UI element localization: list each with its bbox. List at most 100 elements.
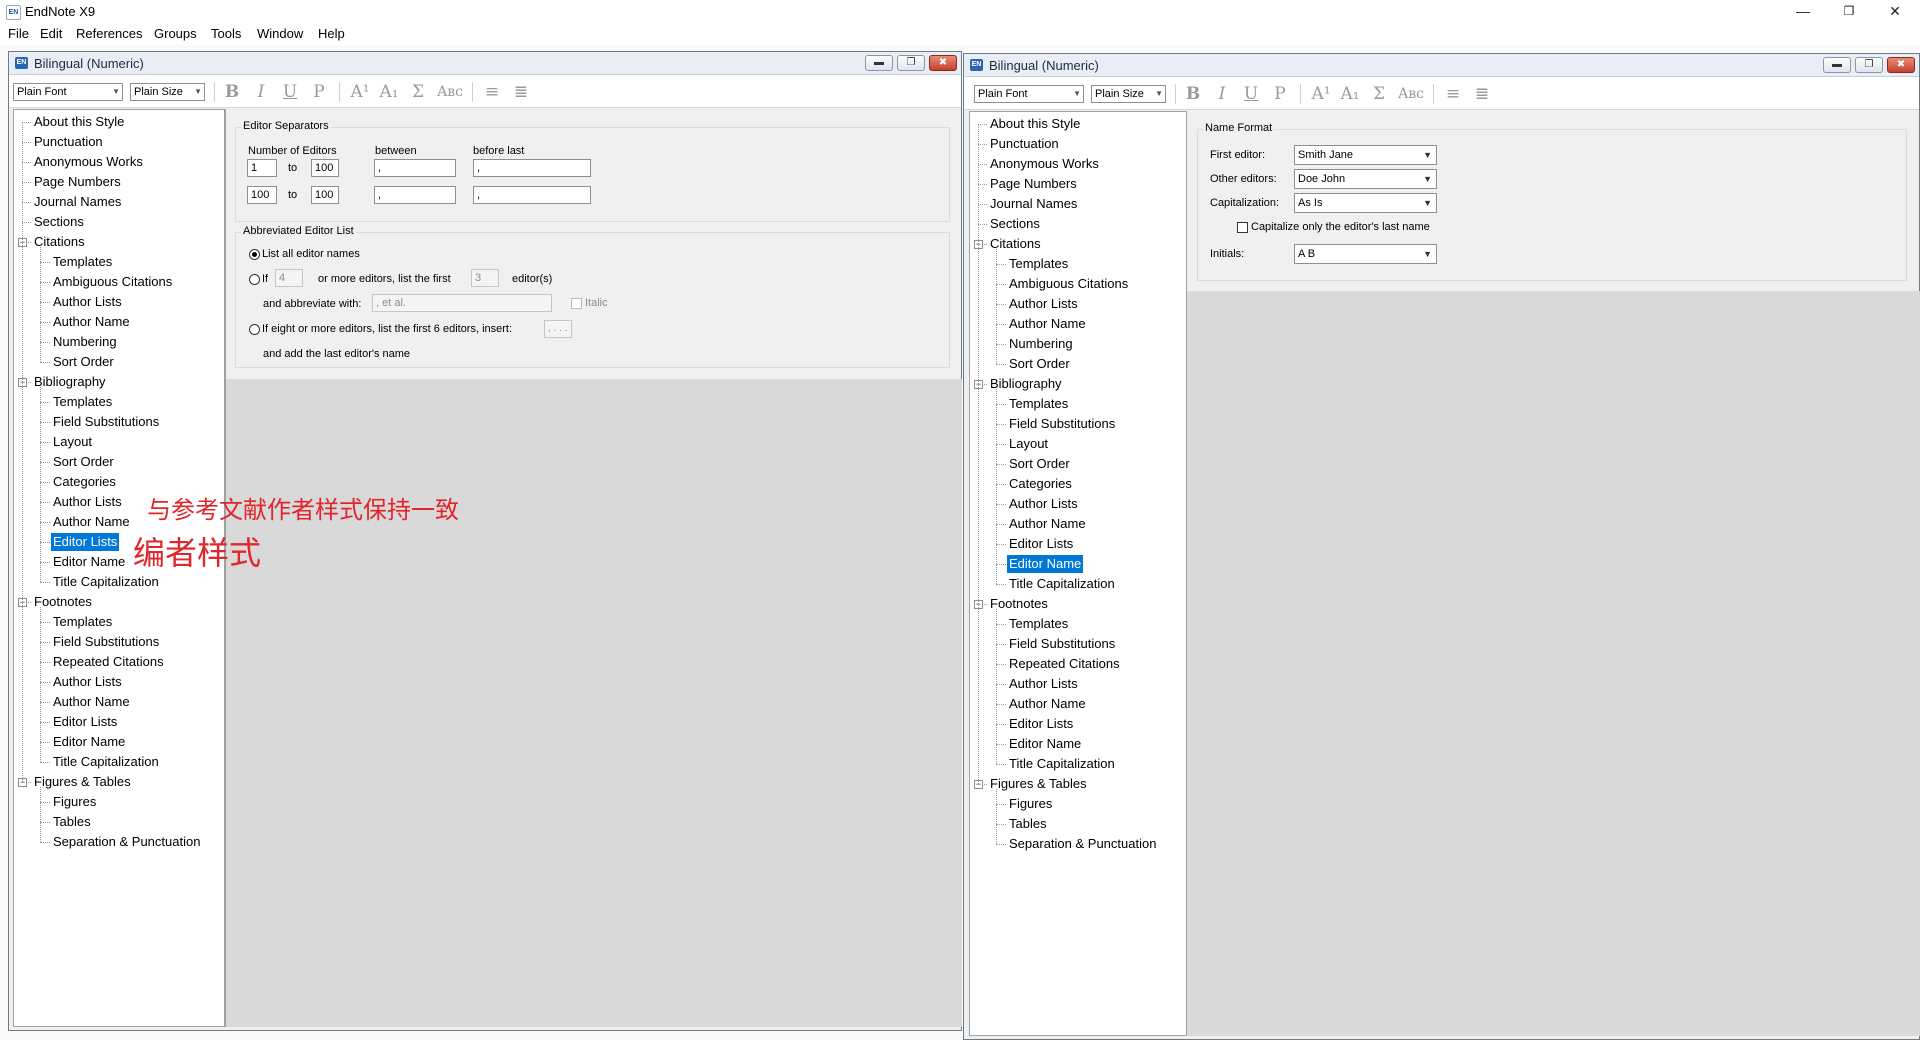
menu-help[interactable]: Help xyxy=(318,26,345,41)
initials-select[interactable]: A B ▼ xyxy=(1294,244,1437,264)
italic-button[interactable]: I xyxy=(250,81,272,103)
plain-button[interactable]: P xyxy=(308,81,330,103)
tree-item-sort-order[interactable]: Sort Order xyxy=(1007,355,1072,373)
close-window-button[interactable]: ✕ xyxy=(1872,0,1918,24)
subscript-button[interactable]: A₁ xyxy=(1339,83,1361,105)
first-count-input[interactable]: 3 xyxy=(471,269,499,287)
justify-button[interactable]: ≣ xyxy=(510,81,532,103)
capitalize-last-name-checkbox[interactable] xyxy=(1237,222,1248,233)
if-more-editors-radio[interactable] xyxy=(249,274,260,285)
menu-tools[interactable]: Tools xyxy=(211,26,241,41)
tree-item-author-name[interactable]: Author Name xyxy=(1007,315,1088,333)
bold-button[interactable]: B xyxy=(221,81,243,103)
editors-to-input[interactable]: 100 xyxy=(311,159,339,177)
tree-item-editor-lists[interactable]: Editor Lists xyxy=(1007,535,1075,553)
tree-item-punctuation[interactable]: Punctuation xyxy=(988,135,1061,153)
tree-item-title-capitalization[interactable]: Title Capitalization xyxy=(1007,755,1117,773)
tree-item-author-lists[interactable]: Author Lists xyxy=(1007,675,1080,693)
tree-item-layout[interactable]: Layout xyxy=(1007,435,1050,453)
tree-item-field-substitutions[interactable]: Field Substitutions xyxy=(1007,635,1117,653)
if-count-input[interactable]: 4 xyxy=(275,269,303,287)
tree-item-footnotes[interactable]: Footnotes xyxy=(988,595,1050,613)
tree-item-ambiguous-citations[interactable]: Ambiguous Citations xyxy=(1007,275,1130,293)
menu-references[interactable]: References xyxy=(76,26,142,41)
insert-value-input[interactable]: , . . . xyxy=(544,320,572,338)
menu-file[interactable]: File xyxy=(8,26,29,41)
tree-item-repeated-citations[interactable]: Repeated Citations xyxy=(1007,655,1122,673)
child-minimize-button[interactable]: ▬ xyxy=(1823,57,1851,73)
tree-item-editor-name[interactable]: Editor Name xyxy=(51,553,127,571)
tree-item-page-numbers[interactable]: Page Numbers xyxy=(32,173,123,191)
size-select[interactable]: Plain Size ▼ xyxy=(1091,85,1166,103)
tree-item-author-lists[interactable]: Author Lists xyxy=(51,493,124,511)
tree-item-bibliography[interactable]: Bibliography xyxy=(32,373,108,391)
tree-item-sort-order[interactable]: Sort Order xyxy=(51,453,116,471)
tree-item-repeated-citations[interactable]: Repeated Citations xyxy=(51,653,166,671)
capitalization-select[interactable]: As Is ▼ xyxy=(1294,193,1437,213)
tree-item-title-capitalization[interactable]: Title Capitalization xyxy=(1007,575,1117,593)
tree-item-author-name[interactable]: Author Name xyxy=(1007,695,1088,713)
tree-item-sort-order[interactable]: Sort Order xyxy=(1007,455,1072,473)
child-minimize-button[interactable]: ▬ xyxy=(865,55,893,71)
tree-item-editor-name[interactable]: Editor Name xyxy=(51,733,127,751)
tree-item-templates[interactable]: Templates xyxy=(51,613,114,631)
tree-item-numbering[interactable]: Numbering xyxy=(51,333,119,351)
subscript-button[interactable]: A₁ xyxy=(378,81,400,103)
tree-item-layout[interactable]: Layout xyxy=(51,433,94,451)
underline-button[interactable]: U xyxy=(1240,83,1262,105)
tree-item-author-lists[interactable]: Author Lists xyxy=(1007,495,1080,513)
tree-item-journal-names[interactable]: Journal Names xyxy=(32,193,123,211)
font-select[interactable]: Plain Font ▼ xyxy=(974,85,1084,103)
bold-button[interactable]: B xyxy=(1182,83,1204,105)
tree-item-bibliography[interactable]: Bibliography xyxy=(988,375,1064,393)
tree-item-author-name[interactable]: Author Name xyxy=(51,693,132,711)
tree-item-field-substitutions[interactable]: Field Substitutions xyxy=(51,633,161,651)
child-close-button[interactable]: ✖ xyxy=(929,55,957,71)
if-eight-editors-radio[interactable] xyxy=(249,324,260,335)
tree-item-figures-tables[interactable]: Figures & Tables xyxy=(988,775,1089,793)
align-left-button[interactable]: ≡ xyxy=(481,81,503,103)
tree-item-field-substitutions[interactable]: Field Substitutions xyxy=(1007,415,1117,433)
editors-from-input[interactable]: 1 xyxy=(247,159,277,177)
tree-item-ambiguous-citations[interactable]: Ambiguous Citations xyxy=(51,273,174,291)
tree-item-about-this-style[interactable]: About this Style xyxy=(988,115,1082,133)
tree-item-author-name[interactable]: Author Name xyxy=(51,313,132,331)
tree-item-editor-name[interactable]: Editor Name xyxy=(1007,735,1083,753)
tree-item-separation-punctuation[interactable]: Separation & Punctuation xyxy=(51,833,202,851)
menu-groups[interactable]: Groups xyxy=(154,26,197,41)
tree-item-templates[interactable]: Templates xyxy=(51,253,114,271)
tree-item-templates[interactable]: Templates xyxy=(1007,395,1070,413)
tree-item-author-lists[interactable]: Author Lists xyxy=(51,673,124,691)
tree-item-field-substitutions[interactable]: Field Substitutions xyxy=(51,413,161,431)
tree-item-editor-name[interactable]: Editor Name xyxy=(1007,555,1084,573)
tree-item-author-lists[interactable]: Author Lists xyxy=(51,293,124,311)
tree-item-page-numbers[interactable]: Page Numbers xyxy=(988,175,1079,193)
child-restore-button[interactable]: ❐ xyxy=(897,55,925,71)
child-restore-button[interactable]: ❐ xyxy=(1855,57,1883,73)
tree-item-journal-names[interactable]: Journal Names xyxy=(988,195,1079,213)
superscript-button[interactable]: A¹ xyxy=(349,81,371,103)
tree-item-footnotes[interactable]: Footnotes xyxy=(32,593,94,611)
superscript-button[interactable]: A¹ xyxy=(1310,83,1332,105)
tree-item-editor-lists[interactable]: Editor Lists xyxy=(1007,715,1075,733)
justify-button[interactable]: ≣ xyxy=(1471,83,1493,105)
editors-from-input[interactable]: 100 xyxy=(247,186,277,204)
other-editors-select[interactable]: Doe John ▼ xyxy=(1294,169,1437,189)
align-left-button[interactable]: ≡ xyxy=(1442,83,1464,105)
menu-window[interactable]: Window xyxy=(257,26,303,41)
tree-item-templates[interactable]: Templates xyxy=(51,393,114,411)
restore-window-button[interactable]: ❐ xyxy=(1826,0,1872,24)
underline-button[interactable]: U xyxy=(279,81,301,103)
tree-item-title-capitalization[interactable]: Title Capitalization xyxy=(51,573,161,591)
tree-item-author-lists[interactable]: Author Lists xyxy=(1007,295,1080,313)
smallcaps-button[interactable]: Aʙᴄ xyxy=(436,81,464,103)
tree-item-sections[interactable]: Sections xyxy=(32,213,86,231)
between-separator-input[interactable]: , xyxy=(374,186,456,204)
tree-item-numbering[interactable]: Numbering xyxy=(1007,335,1075,353)
tree-item-templates[interactable]: Templates xyxy=(1007,615,1070,633)
first-editor-select[interactable]: Smith Jane ▼ xyxy=(1294,145,1437,165)
tree-item-author-name[interactable]: Author Name xyxy=(51,513,132,531)
tree-item-tables[interactable]: Tables xyxy=(1007,815,1049,833)
smallcaps-button[interactable]: Aʙᴄ xyxy=(1397,83,1425,105)
list-all-editors-radio[interactable] xyxy=(249,249,260,260)
